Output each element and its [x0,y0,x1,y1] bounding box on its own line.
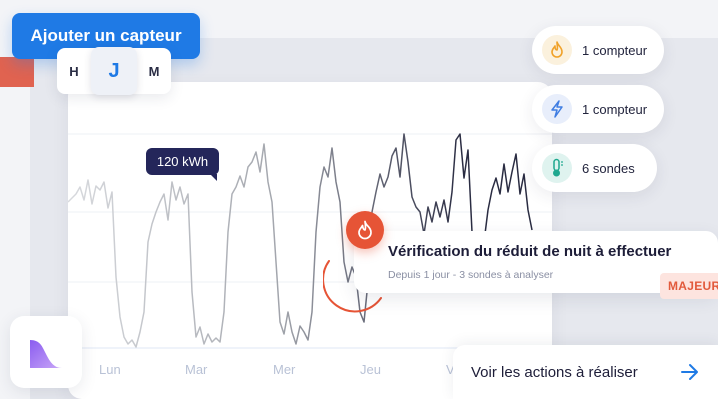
arrow-right-icon [681,364,698,380]
lightning-icon [542,94,572,124]
period-month-button[interactable]: M [137,48,171,94]
flame-alert-icon [346,211,384,249]
period-hour-button[interactable]: H [57,48,91,94]
x-axis-label-thursday: Jeu [360,362,381,377]
electricity-meter-label: 1 compteur [582,101,648,117]
view-actions-button[interactable]: Voir les actions à réaliser [453,345,718,399]
electricity-meter-pill[interactable]: 1 compteur [532,85,664,133]
app-logo-tile [10,316,82,388]
x-axis-label-monday: Lun [99,362,121,377]
gas-meter-pill[interactable]: 1 compteur [532,26,664,74]
alert-subtitle: Depuis 1 jour - 3 sondes à analyser [388,269,554,281]
app-logo-icon [30,340,62,368]
temperature-sensors-label: 6 sondes [582,160,635,176]
decorative-strip [0,57,34,87]
value-tooltip: 120 kWh [146,148,219,181]
alert-title: Vérification du réduit de nuit à effectu… [388,243,672,260]
thermometer-icon [542,153,572,183]
x-axis-label-tuesday: Mar [185,362,208,377]
temperature-sensors-pill[interactable]: 6 sondes [532,144,657,192]
severity-badge: MAJEUR [660,273,718,299]
gas-meter-label: 1 compteur [582,42,648,58]
flame-icon [542,35,572,65]
view-actions-label: Voir les actions à réaliser [471,363,638,381]
period-selector: H J M [57,47,171,95]
period-day-button[interactable]: J [91,47,137,95]
x-axis-label-wednesday: Mer [273,362,296,377]
